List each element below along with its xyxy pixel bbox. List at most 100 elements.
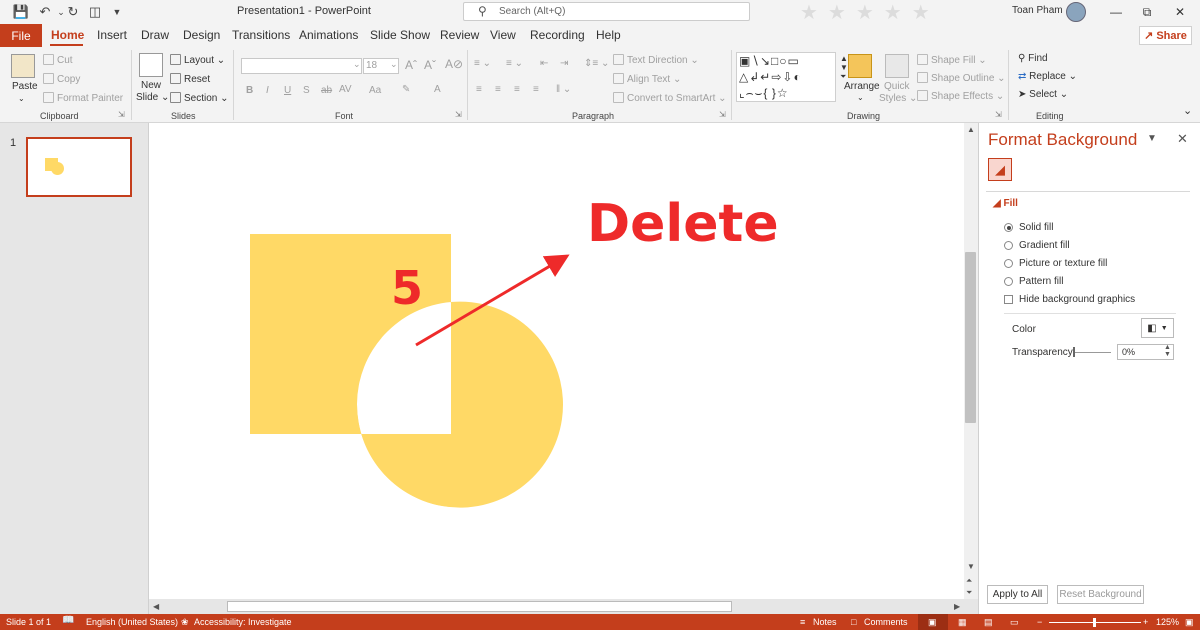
strikethrough-icon[interactable]: ab <box>321 85 332 96</box>
minimize-icon[interactable]: — <box>1103 2 1129 22</box>
font-family-dropdown-icon[interactable]: ⌄ <box>353 59 361 70</box>
slide-thumbnail[interactable] <box>26 137 132 197</box>
transparency-slider[interactable] <box>1073 352 1111 353</box>
decrease-indent-icon[interactable]: ⇤ <box>540 58 548 69</box>
zoom-out-icon[interactable]: − <box>1037 617 1042 627</box>
transparency-spinner-icon[interactable]: ▲ ▼ <box>1164 344 1171 358</box>
pattern-fill-radio[interactable] <box>1004 277 1013 286</box>
cut-button[interactable]: Cut <box>43 54 73 66</box>
font-color-icon[interactable]: A <box>434 84 441 95</box>
font-family-combo[interactable] <box>241 58 362 74</box>
apply-to-all-button[interactable]: Apply to All <box>987 585 1048 604</box>
shape-fill-button[interactable]: Shape Fill ⌄ <box>917 54 987 66</box>
present-icon[interactable]: ◫ <box>86 3 104 21</box>
spelling-icon[interactable]: 📖 <box>62 615 74 626</box>
tab-insert[interactable]: Insert <box>97 28 127 42</box>
align-text-button[interactable]: Align Text ⌄ <box>613 73 681 85</box>
paste-button[interactable]: Paste <box>12 81 38 92</box>
tab-review[interactable]: Review <box>440 28 479 42</box>
share-button[interactable]: ↗ Share <box>1139 26 1192 45</box>
tab-help[interactable]: Help <box>596 28 621 42</box>
scroll-left-icon[interactable]: ◀ <box>153 602 159 611</box>
search-box[interactable]: ⚲ Search (Alt+Q) <box>463 2 750 21</box>
arrange-icon[interactable] <box>848 54 872 78</box>
comments-button[interactable]: Comments <box>864 617 908 627</box>
align-left-icon[interactable]: ≡ <box>476 84 482 95</box>
highlight-icon[interactable]: ✎ <box>402 84 410 95</box>
gradient-fill-option[interactable]: Gradient fill <box>1004 240 1070 251</box>
align-right-icon[interactable]: ≡ <box>514 84 520 95</box>
picture-fill-option[interactable]: Picture or texture fill <box>1004 258 1107 269</box>
solid-fill-option[interactable]: Solid fill <box>1004 222 1053 233</box>
numbering-icon[interactable]: ≡ ⌄ <box>506 58 523 69</box>
notes-button[interactable]: Notes <box>813 617 837 627</box>
copy-button[interactable]: Copy <box>43 73 80 85</box>
bold-button[interactable]: B <box>246 85 253 96</box>
zoom-slider-handle[interactable] <box>1093 618 1096 627</box>
quick-styles-button[interactable]: Styles ⌄ <box>879 93 917 104</box>
hide-background-checkbox[interactable] <box>1004 295 1013 304</box>
scroll-down-icon[interactable]: ▼ <box>967 562 975 571</box>
increase-font-icon[interactable]: Aˆ <box>405 58 417 72</box>
line-spacing-icon[interactable]: ⇕≡ ⌄ <box>584 58 609 69</box>
user-name[interactable]: Toan Pham <box>1012 5 1063 16</box>
change-case-button[interactable]: Aa <box>369 85 381 96</box>
solid-fill-radio[interactable] <box>1004 223 1013 232</box>
columns-icon[interactable]: ‖ ⌄ <box>556 84 571 95</box>
find-button[interactable]: ⚲ Find <box>1018 53 1048 64</box>
font-size-dropdown-icon[interactable]: ⌄ <box>390 59 398 70</box>
picture-fill-radio[interactable] <box>1004 259 1013 268</box>
color-picker-button[interactable]: ◧ ▼ <box>1141 318 1174 338</box>
fill-section-header[interactable]: ◢ Fill <box>993 198 1018 209</box>
pane-options-icon[interactable]: ▼ <box>1147 133 1157 144</box>
paste-icon[interactable] <box>11 54 35 78</box>
tab-slide-show[interactable]: Slide Show <box>370 28 430 42</box>
bullets-icon[interactable]: ≡ ⌄ <box>474 58 491 69</box>
avatar[interactable] <box>1066 2 1086 22</box>
slide-sorter-icon[interactable]: ▦ <box>958 617 967 628</box>
select-button[interactable]: ➤ Select ⌄ <box>1018 89 1068 100</box>
close-window-icon[interactable]: ✕ <box>1167 2 1193 22</box>
zoom-level[interactable]: 125% <box>1156 617 1179 627</box>
collapse-ribbon-icon[interactable]: ⌄ <box>1183 104 1192 117</box>
tab-draw[interactable]: Draw <box>141 28 169 42</box>
accessibility-status[interactable]: Accessibility: Investigate <box>194 617 292 627</box>
section-button[interactable]: Section ⌄ <box>170 92 229 104</box>
scroll-right-icon[interactable]: ▶ <box>954 602 960 611</box>
save-icon[interactable]: 💾 <box>12 3 30 21</box>
tab-view[interactable]: View <box>490 28 516 42</box>
arrange-button[interactable]: Arrange <box>844 81 880 92</box>
italic-button[interactable]: I <box>266 85 269 96</box>
reset-button[interactable]: Reset <box>170 73 210 85</box>
new-slide-icon[interactable] <box>139 53 163 77</box>
smartart-button[interactable]: Convert to SmartArt ⌄ <box>613 92 727 104</box>
shapes-scroll-icon[interactable]: ▲ ▼ ⏷ <box>840 54 848 82</box>
shadow-button[interactable]: S <box>303 85 310 96</box>
increase-indent-icon[interactable]: ⇥ <box>560 58 568 69</box>
vertical-scroll-thumb[interactable] <box>965 252 976 423</box>
tab-recording[interactable]: Recording <box>530 28 585 42</box>
text-direction-button[interactable]: Text Direction ⌄ <box>613 54 699 66</box>
fit-slide-icon[interactable]: ▣ <box>1185 617 1194 628</box>
tab-animations[interactable]: Animations <box>299 28 358 42</box>
character-spacing-button[interactable]: AV <box>339 84 352 95</box>
layout-button[interactable]: Layout ⌄ <box>170 54 225 66</box>
quick-styles-label[interactable]: Quick <box>884 81 910 92</box>
tab-design[interactable]: Design <box>183 28 220 42</box>
scroll-up-icon[interactable]: ▲ <box>967 125 975 134</box>
paragraph-launcher-icon[interactable]: ⇲ <box>719 110 726 119</box>
font-launcher-icon[interactable]: ⇲ <box>455 110 462 119</box>
restore-icon[interactable]: ⧉ <box>1134 2 1160 22</box>
close-pane-icon[interactable]: ✕ <box>1177 131 1188 147</box>
format-painter-button[interactable]: Format Painter <box>43 92 123 104</box>
drawing-launcher-icon[interactable]: ⇲ <box>995 110 1002 119</box>
normal-view-icon[interactable]: ▣ <box>928 617 937 628</box>
tab-file[interactable]: File <box>0 24 42 47</box>
gradient-fill-radio[interactable] <box>1004 241 1013 250</box>
language-status[interactable]: English (United States) <box>86 617 178 627</box>
circle-shape[interactable] <box>356 301 563 508</box>
redo-icon[interactable]: ↻ <box>64 3 82 21</box>
shape-effects-button[interactable]: Shape Effects ⌄ <box>917 90 1004 102</box>
reading-view-icon[interactable]: ▤ <box>984 617 993 628</box>
reset-background-button[interactable]: Reset Background <box>1057 585 1144 604</box>
